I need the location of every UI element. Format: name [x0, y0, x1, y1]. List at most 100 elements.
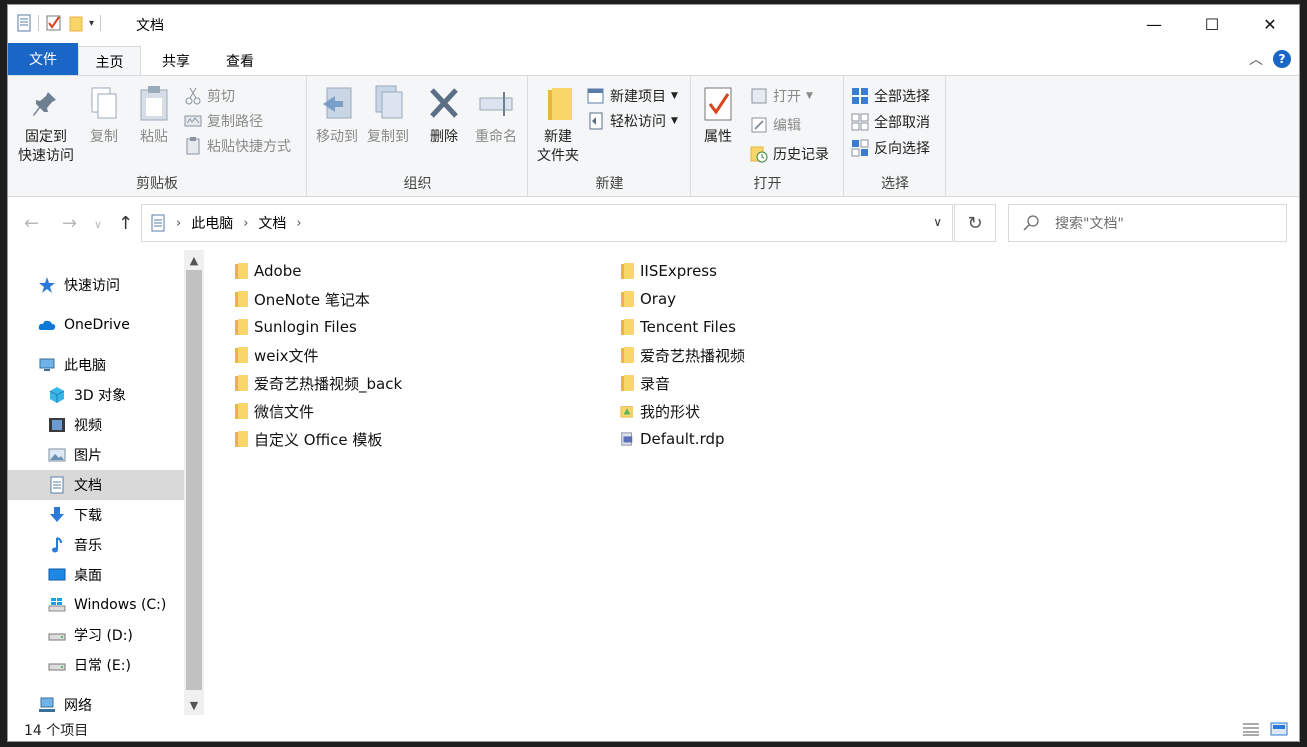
back-arrow-icon[interactable]: ←: [24, 213, 39, 234]
nav-item-drive-d[interactable]: 学习 (D:): [8, 620, 184, 650]
list-item[interactable]: Oray: [620, 287, 676, 311]
list-item[interactable]: 爱奇艺热播视频_back: [234, 371, 402, 395]
check-properties-icon[interactable]: [45, 14, 63, 32]
breadcrumb-chevron-icon[interactable]: ›: [296, 216, 301, 231]
nav-item-downloads[interactable]: 下载: [8, 500, 184, 530]
help-icon[interactable]: ?: [1273, 50, 1291, 68]
file-name: 自定义 Office 模板: [254, 430, 383, 449]
nav-item-drive-c[interactable]: Windows (C:): [8, 590, 184, 620]
remote-desktop-file-icon: [621, 431, 634, 447]
scroll-up-arrow-icon[interactable]: ▲: [184, 250, 204, 270]
list-item[interactable]: IISExpress: [620, 259, 717, 283]
recent-locations-chevron-icon[interactable]: ∨: [94, 218, 102, 231]
edit-label: 编辑: [773, 118, 801, 134]
breadcrumb-chevron-icon[interactable]: ›: [243, 216, 248, 231]
easy-access-button[interactable]: 轻松访问 ▼: [587, 109, 678, 133]
nav-item-network[interactable]: 网络: [8, 690, 184, 720]
cut-label: 剪切: [207, 89, 235, 105]
nav-item-music[interactable]: 音乐: [8, 530, 184, 560]
file-name: weix文件: [254, 346, 319, 365]
open-button[interactable]: 打开 ▼: [750, 84, 813, 108]
nav-item-pictures[interactable]: 图片: [8, 440, 184, 470]
minimize-button[interactable]: —: [1125, 5, 1183, 43]
scrollbar-thumb[interactable]: [186, 270, 202, 690]
tab-home[interactable]: 主页: [78, 46, 141, 76]
paste-shortcut-button[interactable]: 粘贴快捷方式: [184, 134, 291, 158]
address-dropdown-icon[interactable]: ∨: [933, 215, 942, 229]
collapse-ribbon-icon[interactable]: ︿: [1249, 49, 1263, 69]
rename-button[interactable]: 重命名: [472, 84, 520, 147]
paste-button[interactable]: 粘贴: [136, 84, 172, 147]
list-item[interactable]: weix文件: [234, 343, 319, 367]
address-bar[interactable]: › 此电脑 › 文档 › ∨: [141, 204, 953, 242]
nav-item-label: 视频: [74, 418, 102, 434]
select-none-icon: [851, 113, 869, 131]
scroll-down-arrow-icon[interactable]: ▼: [184, 695, 204, 715]
refresh-button[interactable]: ↻: [954, 204, 996, 242]
file-name: OneNote 笔记本: [254, 290, 370, 309]
nav-item-documents[interactable]: 文档: [8, 470, 184, 500]
select-none-button[interactable]: 全部取消: [851, 110, 930, 134]
file-name: 爱奇艺热播视频_back: [254, 374, 403, 393]
nav-item-this-pc[interactable]: 此电脑: [8, 350, 184, 380]
tab-view[interactable]: 查看: [212, 46, 268, 75]
breadcrumb-documents[interactable]: 文档: [258, 213, 286, 233]
qat-dropdown-icon[interactable]: ▾: [89, 18, 94, 29]
list-item[interactable]: 我的形状: [620, 399, 700, 423]
delete-button[interactable]: 删除: [426, 84, 462, 147]
properties-small-icon[interactable]: [16, 14, 32, 32]
edit-button[interactable]: 编辑: [750, 113, 801, 137]
item-count: 14 个项目: [24, 723, 89, 739]
list-item[interactable]: Adobe: [234, 259, 301, 283]
search-box[interactable]: 搜索"文档": [1008, 204, 1287, 242]
details-view-button[interactable]: [1240, 719, 1262, 739]
tab-file[interactable]: 文件: [8, 43, 78, 75]
explorer-window: ▾ 文档 — ☐ ✕ 文件 主页 共享 查看 ︿ ? 固定到 快速访问 复制 粘…: [7, 4, 1300, 742]
history-button[interactable]: 历史记录: [750, 142, 829, 166]
select-all-button[interactable]: 全部选择: [851, 84, 930, 108]
breadcrumb-chevron-icon[interactable]: ›: [176, 216, 181, 231]
close-button[interactable]: ✕: [1241, 5, 1299, 43]
new-item-button[interactable]: 新建项目 ▼: [587, 84, 678, 108]
document-location-icon: [151, 214, 165, 232]
nav-item-label: OneDrive: [64, 317, 130, 333]
nav-item-3d-objects[interactable]: 3D 对象: [8, 380, 184, 410]
list-item[interactable]: 微信文件: [234, 399, 314, 423]
list-item[interactable]: OneNote 笔记本: [234, 287, 370, 311]
cut-button[interactable]: 剪切: [184, 84, 235, 108]
nav-item-label: 3D 对象: [74, 388, 127, 404]
nav-item-quick-access[interactable]: 快速访问: [8, 270, 184, 300]
properties-button[interactable]: 属性: [700, 84, 736, 147]
maximize-button[interactable]: ☐: [1183, 5, 1241, 43]
list-item[interactable]: 爱奇艺热播视频: [620, 343, 745, 367]
copy-path-button[interactable]: 复制路径: [184, 109, 263, 133]
copy-to-button[interactable]: 复制到: [364, 84, 412, 147]
organize-group-label: 组织: [403, 176, 432, 192]
file-name: IISExpress: [640, 262, 717, 280]
invert-selection-button[interactable]: 反向选择: [851, 136, 930, 160]
large-icons-view-button[interactable]: [1268, 719, 1290, 739]
navigation-bar: ← → ∨ ↑ › 此电脑 › 文档 › ∨ ↻ 搜索"文档": [8, 201, 1299, 245]
move-to-button[interactable]: 移动到: [313, 84, 361, 147]
new-folder-small-icon[interactable]: [69, 14, 83, 32]
nav-item-onedrive[interactable]: OneDrive: [8, 310, 184, 340]
list-item[interactable]: Default.rdp: [620, 427, 725, 451]
breadcrumb-this-pc[interactable]: 此电脑: [191, 213, 233, 233]
list-item[interactable]: Tencent Files: [620, 315, 736, 339]
new-folder-button[interactable]: 新建 文件夹: [534, 84, 582, 166]
nav-item-videos[interactable]: 视频: [8, 410, 184, 440]
up-arrow-icon[interactable]: ↑: [118, 213, 133, 234]
nav-pane-scrollbar[interactable]: ▲ ▼: [184, 250, 204, 715]
nav-item-drive-e[interactable]: 日常 (E:): [8, 650, 184, 680]
nav-item-desktop[interactable]: 桌面: [8, 560, 184, 590]
clipboard-group-label: 剪贴板: [136, 176, 178, 192]
tab-share[interactable]: 共享: [148, 46, 204, 75]
list-item[interactable]: Sunlogin Files: [234, 315, 357, 339]
new-item-dropdown-icon: ▼: [671, 91, 678, 101]
list-item[interactable]: 录音: [620, 371, 670, 395]
nav-item-label: 日常 (E:): [74, 658, 131, 674]
list-item[interactable]: 自定义 Office 模板: [234, 427, 382, 451]
copy-button[interactable]: 复制: [86, 84, 122, 147]
forward-arrow-icon[interactable]: →: [62, 213, 77, 234]
pin-to-quick-access-button[interactable]: 固定到 快速访问: [14, 84, 78, 166]
